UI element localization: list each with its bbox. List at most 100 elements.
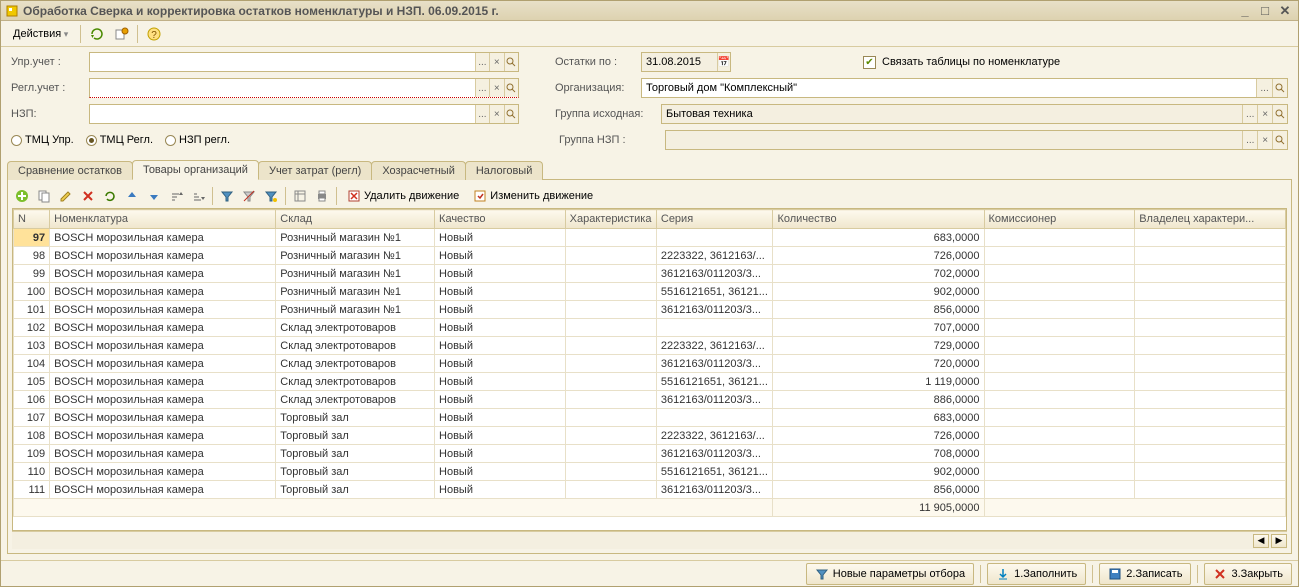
table-cell[interactable]: Склад электротоваров	[276, 337, 435, 355]
table-cell[interactable]: Новый	[435, 265, 566, 283]
table-cell[interactable]	[984, 445, 1135, 463]
sort-desc-icon[interactable]	[188, 186, 208, 206]
table-cell[interactable]: 3612163/011203/3...	[656, 391, 773, 409]
table-cell[interactable]: 1 119,0000	[773, 373, 984, 391]
table-cell[interactable]	[1135, 427, 1286, 445]
table-cell[interactable]	[1135, 391, 1286, 409]
help-icon[interactable]: ?	[144, 24, 164, 44]
table-cell[interactable]: Розничный магазин №1	[276, 283, 435, 301]
table-cell[interactable]	[565, 409, 656, 427]
nzp-field[interactable]: ... ×	[89, 104, 519, 124]
table-cell[interactable]: Новый	[435, 355, 566, 373]
table-cell[interactable]	[565, 445, 656, 463]
table-cell[interactable]	[984, 391, 1135, 409]
table-cell[interactable]: BOSCH морозильная камера	[50, 283, 276, 301]
new-params-button[interactable]: Новые параметры отбора	[806, 563, 974, 585]
copy-icon[interactable]	[34, 186, 54, 206]
clear-button[interactable]: ×	[1257, 131, 1272, 149]
table-row[interactable]: 99BOSCH морозильная камераРозничный мага…	[14, 265, 1286, 283]
table-cell[interactable]: Розничный магазин №1	[276, 229, 435, 247]
refresh-icon[interactable]	[87, 24, 107, 44]
sort-asc-icon[interactable]	[166, 186, 186, 206]
filter-icon[interactable]	[217, 186, 237, 206]
clear-button[interactable]: ×	[1257, 105, 1272, 123]
ostatki-input[interactable]	[642, 53, 717, 71]
table-cell[interactable]: BOSCH морозильная камера	[50, 391, 276, 409]
table-cell[interactable]: BOSCH морозильная камера	[50, 409, 276, 427]
grp-nzp-field[interactable]: ... ×	[665, 130, 1288, 150]
table-cell[interactable]: 3612163/011203/3...	[656, 355, 773, 373]
table-cell[interactable]: 98	[14, 247, 50, 265]
settings-icon[interactable]	[290, 186, 310, 206]
table-cell[interactable]: 707,0000	[773, 319, 984, 337]
table-row[interactable]: 107BOSCH морозильная камераТорговый залН…	[14, 409, 1286, 427]
table-cell[interactable]: BOSCH морозильная камера	[50, 229, 276, 247]
table-cell[interactable]: 3612163/011203/3...	[656, 265, 773, 283]
scroll-left-icon[interactable]: ◀	[1253, 534, 1269, 548]
choose-button[interactable]: ...	[475, 105, 489, 123]
move-down-icon[interactable]	[144, 186, 164, 206]
search-icon[interactable]	[504, 105, 518, 123]
print-icon[interactable]	[312, 186, 332, 206]
org-field[interactable]: ...	[641, 78, 1288, 98]
table-cell[interactable]: 5516121651, 36121...	[656, 463, 773, 481]
table-cell[interactable]: 100	[14, 283, 50, 301]
table-cell[interactable]: 104	[14, 355, 50, 373]
actions-menu[interactable]: Действия	[7, 26, 74, 42]
clear-button[interactable]: ×	[489, 79, 503, 97]
table-cell[interactable]: BOSCH морозильная камера	[50, 319, 276, 337]
table-cell[interactable]: BOSCH морозильная камера	[50, 481, 276, 499]
table-row[interactable]: 97BOSCH морозильная камераРозничный мага…	[14, 229, 1286, 247]
table-cell[interactable]: 683,0000	[773, 409, 984, 427]
table-cell[interactable]	[1135, 481, 1286, 499]
table-cell[interactable]: BOSCH морозильная камера	[50, 301, 276, 319]
table-cell[interactable]: Новый	[435, 373, 566, 391]
table-cell[interactable]	[565, 391, 656, 409]
table-cell[interactable]	[656, 319, 773, 337]
column-header[interactable]: Комиссионер	[984, 210, 1135, 229]
table-cell[interactable]	[565, 247, 656, 265]
table-cell[interactable]	[984, 481, 1135, 499]
table-cell[interactable]	[565, 427, 656, 445]
table-row[interactable]: 108BOSCH морозильная камераТорговый залН…	[14, 427, 1286, 445]
minimize-button[interactable]: _	[1236, 3, 1254, 19]
table-cell[interactable]: Новый	[435, 445, 566, 463]
column-header[interactable]: Серия	[656, 210, 773, 229]
table-cell[interactable]: 2223322, 3612163/...	[656, 337, 773, 355]
choose-button[interactable]: ...	[1256, 79, 1271, 97]
table-cell[interactable]	[1135, 355, 1286, 373]
table-cell[interactable]: BOSCH морозильная камера	[50, 337, 276, 355]
table-cell[interactable]: Торговый зал	[276, 409, 435, 427]
table-cell[interactable]: BOSCH морозильная камера	[50, 355, 276, 373]
table-cell[interactable]: Торговый зал	[276, 427, 435, 445]
table-cell[interactable]: Новый	[435, 283, 566, 301]
table-cell[interactable]	[984, 319, 1135, 337]
table-cell[interactable]: 726,0000	[773, 427, 984, 445]
table-row[interactable]: 106BOSCH морозильная камераСклад электро…	[14, 391, 1286, 409]
table-cell[interactable]	[1135, 229, 1286, 247]
table-cell[interactable]: 856,0000	[773, 481, 984, 499]
table-cell[interactable]: Розничный магазин №1	[276, 265, 435, 283]
regl-input[interactable]	[90, 79, 475, 97]
table-row[interactable]: 109BOSCH морозильная камераТорговый залН…	[14, 445, 1286, 463]
table-cell[interactable]: 902,0000	[773, 463, 984, 481]
table-cell[interactable]: 5516121651, 36121...	[656, 373, 773, 391]
radio-tmc-upr[interactable]: ТМЦ Упр.	[11, 134, 74, 146]
choose-button[interactable]: ...	[1242, 131, 1257, 149]
table-cell[interactable]	[984, 265, 1135, 283]
table-cell[interactable]	[565, 229, 656, 247]
column-header[interactable]: Характеристика	[565, 210, 656, 229]
table-cell[interactable]: Новый	[435, 337, 566, 355]
export-icon[interactable]	[111, 24, 131, 44]
column-header[interactable]: N	[14, 210, 50, 229]
choose-button[interactable]: ...	[1242, 105, 1257, 123]
tab-tax[interactable]: Налоговый	[465, 161, 544, 180]
clear-button[interactable]: ×	[489, 105, 503, 123]
data-grid[interactable]: NНоменклатураСкладКачествоХарактеристика…	[12, 208, 1287, 531]
move-up-icon[interactable]	[122, 186, 142, 206]
table-cell[interactable]	[984, 283, 1135, 301]
table-row[interactable]: 101BOSCH морозильная камераРозничный маг…	[14, 301, 1286, 319]
table-cell[interactable]: Склад электротоваров	[276, 355, 435, 373]
table-cell[interactable]	[1135, 373, 1286, 391]
table-cell[interactable]: 3612163/011203/3...	[656, 301, 773, 319]
